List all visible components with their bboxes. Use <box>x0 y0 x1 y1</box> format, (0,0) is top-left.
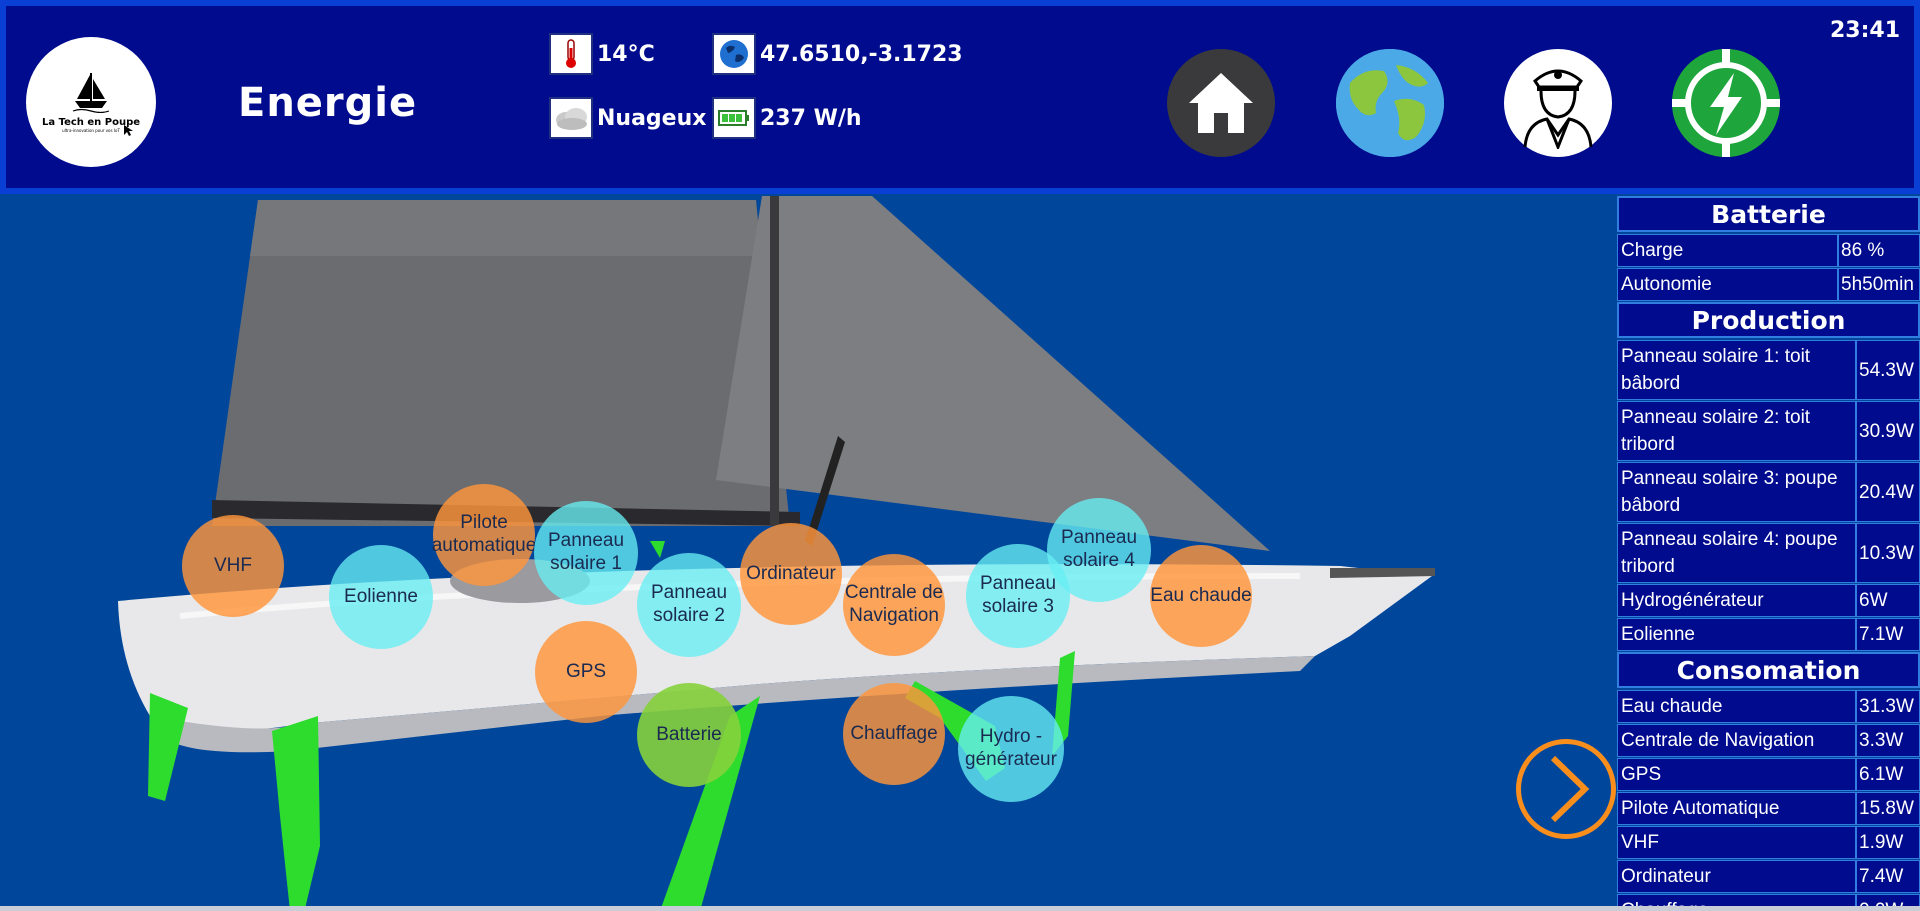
home-icon <box>1189 73 1253 133</box>
weather-widget: Nuageux <box>549 97 706 139</box>
energy-screen: La Tech en Poupe ultra-innovation pour v… <box>0 0 1920 911</box>
crew-button[interactable] <box>1504 49 1612 157</box>
app-logo[interactable]: La Tech en Poupe ultra-innovation pour v… <box>26 37 156 167</box>
clock: 23:41 <box>1829 18 1900 43</box>
sailboat-logo-icon <box>72 73 110 113</box>
row-value: 1.9W <box>1859 832 1904 853</box>
table-row: Ordinateur 7.4W <box>1617 860 1920 893</box>
bubble-panneau-solaire-4[interactable]: Panneau solaire 4 <box>1047 498 1151 602</box>
row-label: Pilote Automatique <box>1618 793 1857 824</box>
row-value: 86 % <box>1841 240 1885 261</box>
top-bar: La Tech en Poupe ultra-innovation pour v… <box>0 0 1920 194</box>
bubble-hydrogenerateur[interactable]: Hydro - générateur <box>958 696 1064 802</box>
row-label: Panneau solaire 1: toit bâbord <box>1618 341 1857 399</box>
section-title-production: Production <box>1617 302 1920 338</box>
row-value: 7.4W <box>1859 866 1904 887</box>
row-label: Eolienne <box>1618 619 1857 650</box>
bubble-batterie[interactable]: Batterie <box>637 683 741 787</box>
bubble-eolienne[interactable]: Eolienne <box>329 545 433 649</box>
power-value: 237 W/h <box>760 105 862 131</box>
row-value: 5h50min <box>1841 274 1914 295</box>
home-button[interactable] <box>1167 49 1275 157</box>
row-value: 30.9W <box>1859 420 1914 442</box>
energy-panel: Batterie Charge 86 % Autonomie 5h50min P… <box>1617 196 1920 911</box>
row-value: 15.8W <box>1859 798 1914 819</box>
section-title-consommation: Consomation <box>1617 652 1920 688</box>
row-label: Charge <box>1618 235 1839 266</box>
table-row: Eau chaude 31.3W <box>1617 690 1920 723</box>
bubble-gps[interactable]: GPS <box>535 621 637 723</box>
table-row: Pilote Automatique 15.8W <box>1617 792 1920 825</box>
row-value: 6.1W <box>1859 764 1904 785</box>
page-title: Energie <box>238 80 418 126</box>
table-row: Centrale de Navigation 3.3W <box>1617 724 1920 757</box>
temperature-value: 14°C <box>597 41 655 67</box>
row-value: 3.3W <box>1859 730 1904 751</box>
row-label: GPS <box>1618 759 1857 790</box>
row-label: Eau chaude <box>1618 691 1857 722</box>
row-value: 54.3W <box>1859 359 1914 381</box>
row-label: Panneau solaire 3: poupe bâbord <box>1618 463 1857 521</box>
bubble-chauffage[interactable]: Chauffage <box>843 683 945 785</box>
table-row: VHF 1.9W <box>1617 826 1920 859</box>
table-row: GPS 6.1W <box>1617 758 1920 791</box>
row-value: 10.3W <box>1859 542 1914 564</box>
table-row: Charge 86 % <box>1617 234 1920 267</box>
power-widget: 237 W/h <box>712 97 862 139</box>
temperature-widget: 14°C <box>549 33 655 75</box>
map-button[interactable] <box>1336 49 1444 157</box>
next-page-button[interactable] <box>1516 739 1616 839</box>
battery-icon <box>712 97 756 139</box>
row-label: Panneau solaire 4: poupe tribord <box>1618 524 1857 582</box>
table-row: Panneau solaire 2: toit tribord 30.9W <box>1617 401 1920 461</box>
row-value: 20.4W <box>1859 481 1914 503</box>
boat-scene: VHF Pilote automatique Panneau solaire 1… <box>0 196 1616 911</box>
mast <box>770 196 779 526</box>
row-value: 6W <box>1859 590 1888 611</box>
section-title-batterie: Batterie <box>1617 196 1920 232</box>
bubble-panneau-solaire-2[interactable]: Panneau solaire 2 <box>637 553 741 657</box>
row-label: Autonomie <box>1618 269 1839 300</box>
bubble-ordinateur[interactable]: Ordinateur <box>740 523 842 625</box>
foil <box>272 716 320 911</box>
weather-value: Nuageux <box>597 105 707 131</box>
table-row: Eolienne 7.1W <box>1617 618 1920 651</box>
cloud-icon <box>549 97 593 139</box>
thermometer-icon <box>549 33 593 75</box>
bubble-centrale-navigation[interactable]: Centrale de Navigation <box>843 554 945 656</box>
table-row: Autonomie 5h50min <box>1617 268 1920 301</box>
energy-icon <box>1672 49 1780 157</box>
position-widget: 47.6510,-3.1723 <box>712 33 963 75</box>
row-value: 7.1W <box>1859 624 1904 645</box>
table-row: Panneau solaire 4: poupe tribord 10.3W <box>1617 523 1920 583</box>
coordinates-value: 47.6510,-3.1723 <box>760 41 963 67</box>
bottom-divider <box>0 906 1920 911</box>
globe-small-icon <box>712 33 756 75</box>
genoa-sail <box>716 196 1270 551</box>
row-label: Ordinateur <box>1618 861 1857 892</box>
globe-icon <box>1336 49 1444 157</box>
row-label: VHF <box>1618 827 1857 858</box>
cursor-icon <box>124 125 133 136</box>
row-value: 31.3W <box>1859 696 1914 717</box>
chevron-right-icon <box>1550 755 1590 823</box>
table-row: Hydrogénérateur 6W <box>1617 584 1920 617</box>
bubble-eau-chaude[interactable]: Eau chaude <box>1150 545 1252 647</box>
sailor-icon <box>1523 69 1593 149</box>
bubble-panneau-solaire-1[interactable]: Panneau solaire 1 <box>534 501 638 605</box>
row-label: Panneau solaire 2: toit tribord <box>1618 402 1857 460</box>
logo-subtitle: ultra-innovation pour vos IoT <box>62 128 120 133</box>
row-label: Centrale de Navigation <box>1618 725 1857 756</box>
row-label: Hydrogénérateur <box>1618 585 1857 616</box>
bubble-vhf[interactable]: VHF <box>182 515 284 617</box>
foil <box>148 693 188 801</box>
energy-button[interactable] <box>1672 49 1780 157</box>
table-row: Panneau solaire 1: toit bâbord 54.3W <box>1617 340 1920 400</box>
table-row: Panneau solaire 3: poupe bâbord 20.4W <box>1617 462 1920 522</box>
bubble-pilote-automatique[interactable]: Pilote automatique <box>432 484 536 586</box>
